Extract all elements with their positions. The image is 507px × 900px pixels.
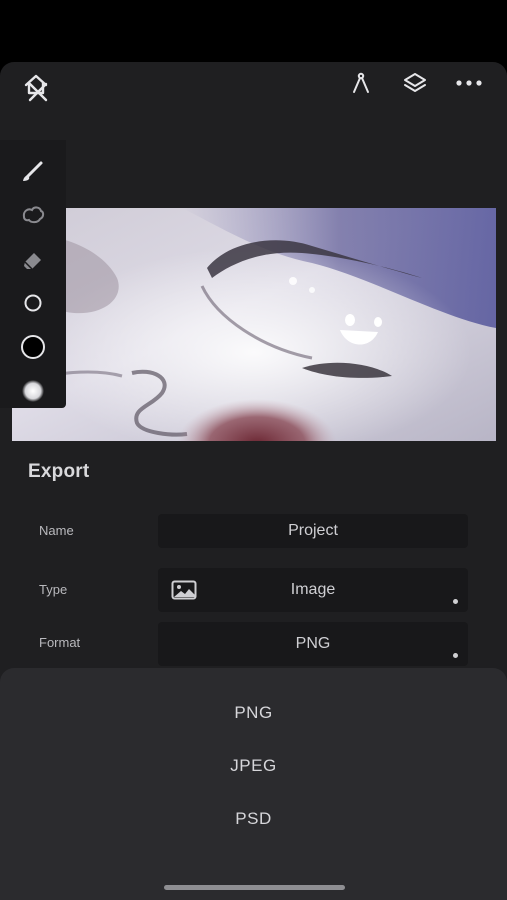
- format-option-jpeg[interactable]: JPEG: [0, 756, 507, 776]
- more-icon[interactable]: [452, 68, 486, 98]
- type-select[interactable]: Image: [158, 568, 468, 612]
- format-option-png[interactable]: PNG: [0, 703, 507, 723]
- home-indicator[interactable]: [164, 885, 345, 890]
- opacity-icon[interactable]: [16, 374, 50, 408]
- format-select[interactable]: PNG: [158, 622, 468, 666]
- color-icon[interactable]: [16, 330, 50, 364]
- format-label: Format: [39, 635, 81, 650]
- compass-icon[interactable]: [346, 68, 376, 98]
- tool-sidebar: [0, 140, 66, 408]
- chevron-down-icon: [453, 653, 458, 658]
- name-label: Name: [39, 523, 74, 538]
- top-toolbar: [0, 62, 507, 110]
- type-label: Type: [39, 582, 68, 597]
- type-value: Image: [290, 581, 336, 598]
- smudge-icon[interactable]: [16, 198, 50, 232]
- chevron-down-icon: [453, 599, 458, 604]
- image-icon: [171, 580, 197, 600]
- export-title: Export: [28, 461, 90, 482]
- brush-size-icon[interactable]: [16, 286, 50, 320]
- close-icon[interactable]: [26, 80, 50, 104]
- canvas-artwork[interactable]: [12, 208, 496, 441]
- screen: Export Name Project Type Image Format PN…: [0, 0, 507, 900]
- name-field[interactable]: Project: [158, 514, 468, 548]
- eraser-icon[interactable]: [16, 242, 50, 276]
- format-picker-sheet: PNG JPEG PSD: [0, 668, 507, 900]
- format-value: PNG: [295, 635, 331, 652]
- layers-icon[interactable]: [400, 68, 430, 98]
- brush-icon[interactable]: [16, 154, 50, 188]
- format-option-psd[interactable]: PSD: [0, 809, 507, 829]
